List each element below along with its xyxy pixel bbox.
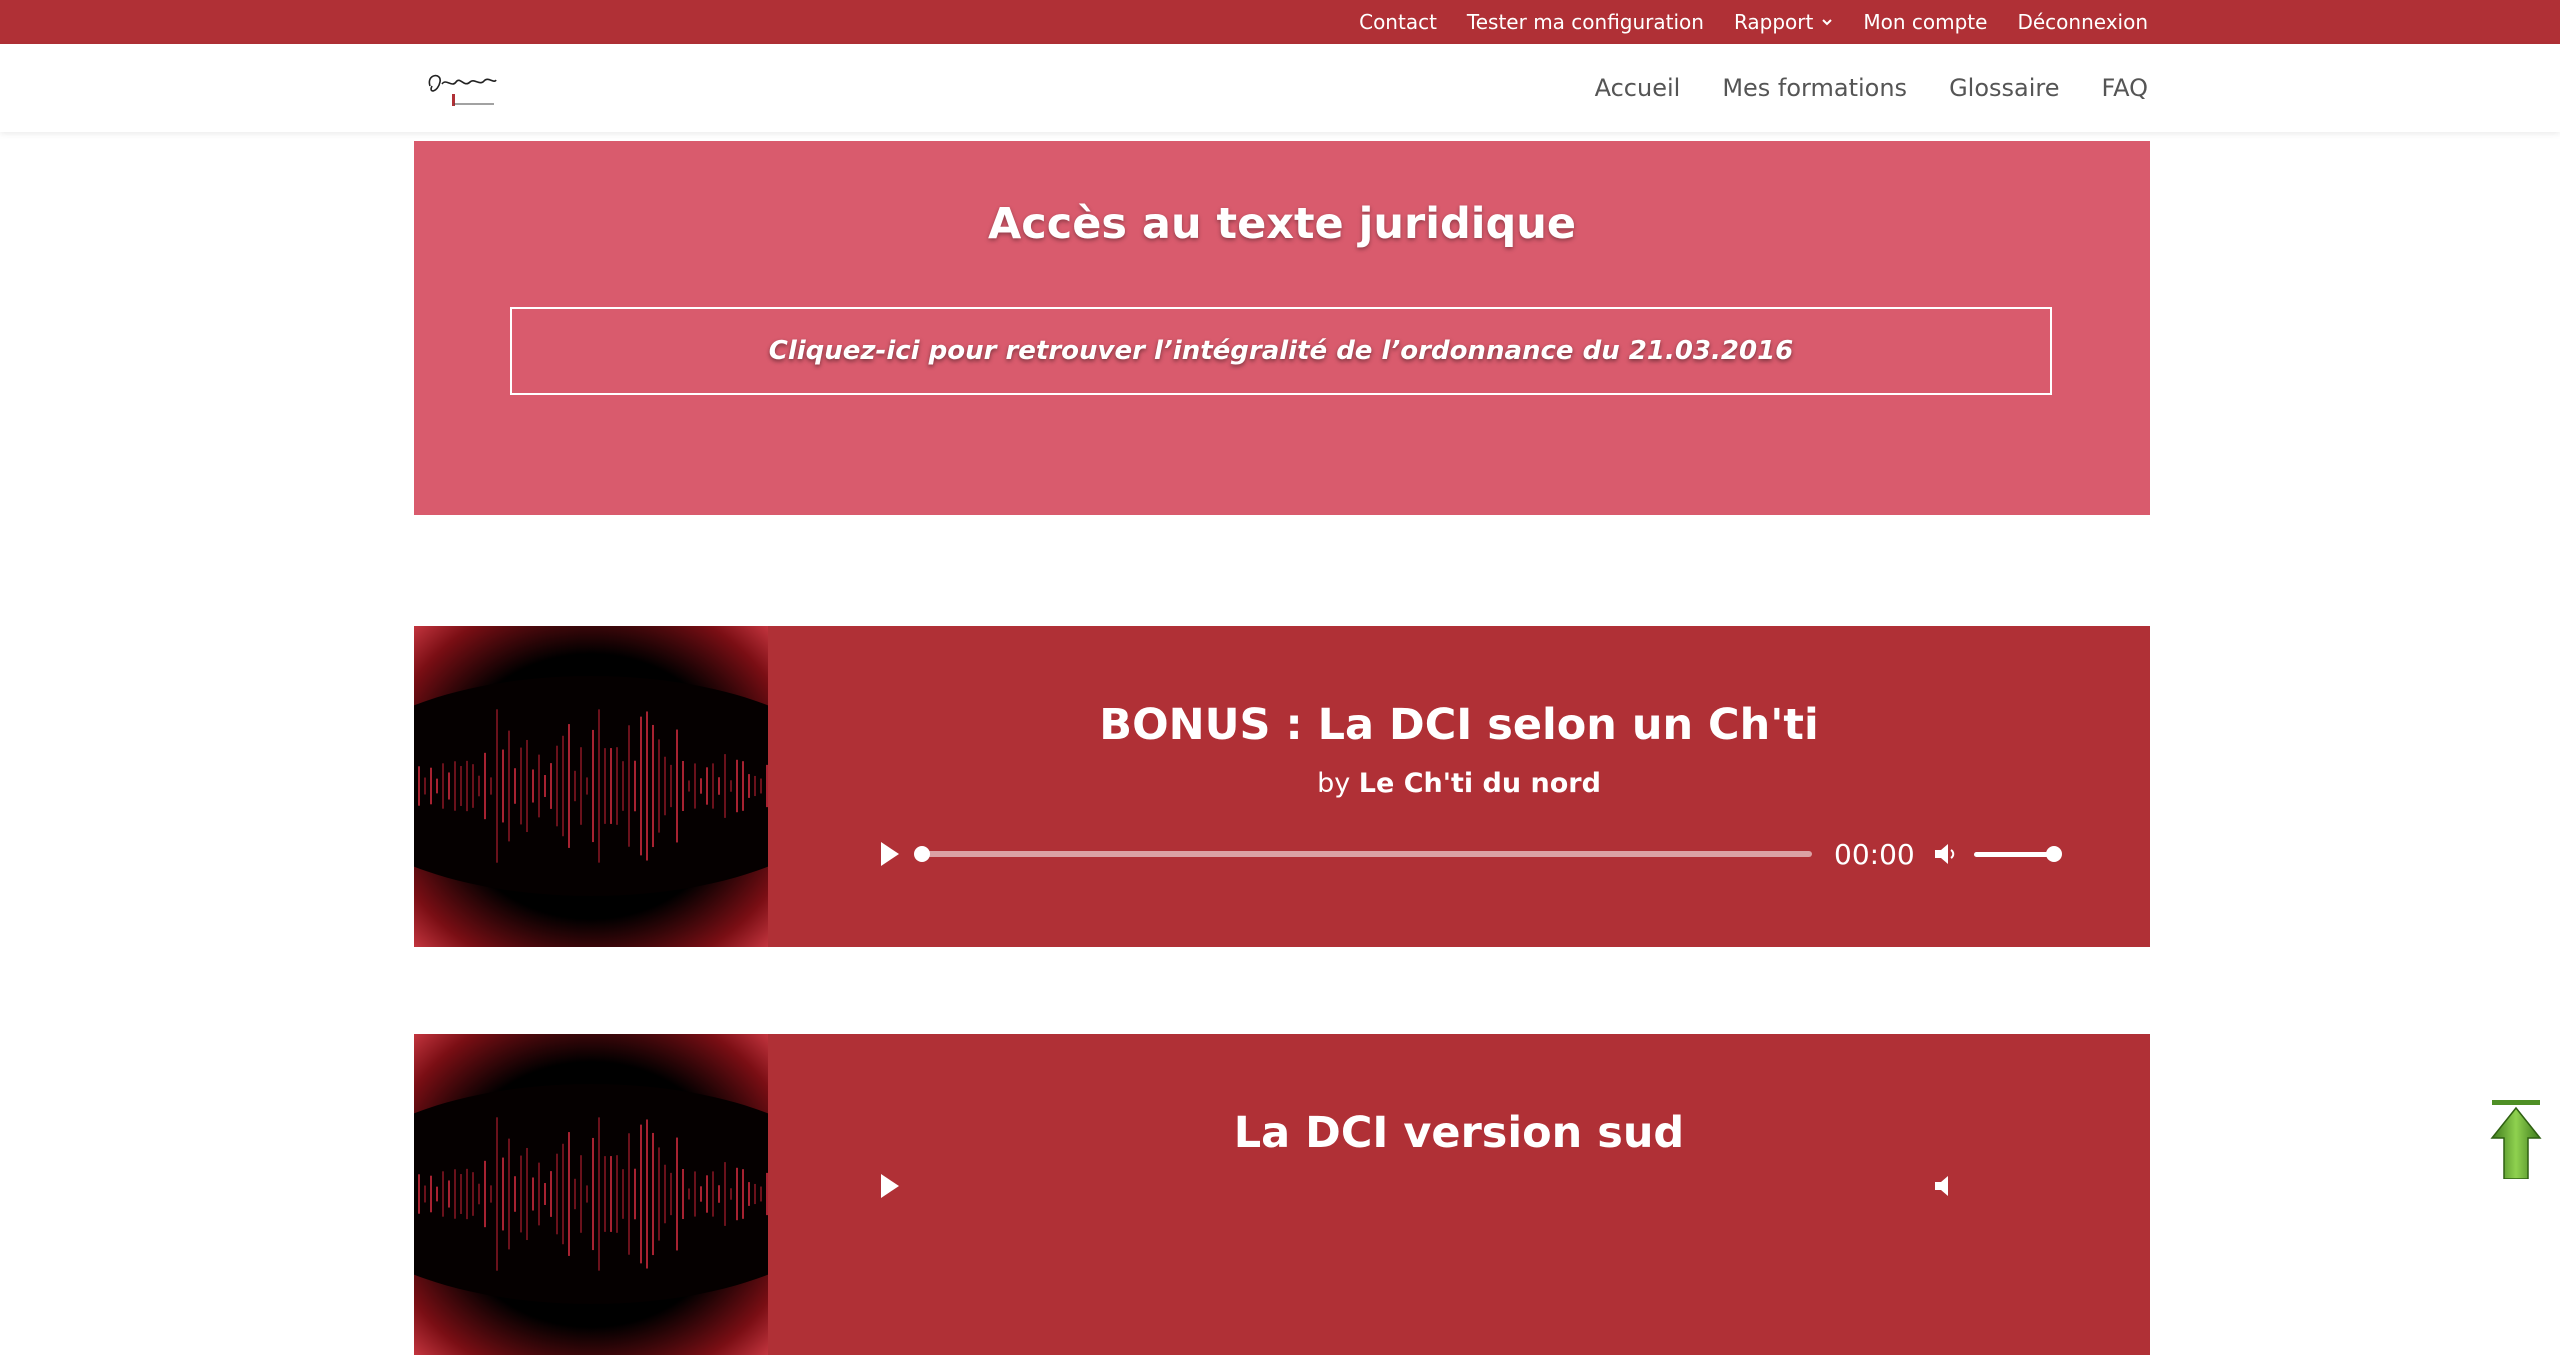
track-by-prefix: by — [1317, 768, 1351, 799]
scroll-to-top-icon[interactable] — [2490, 1098, 2542, 1179]
play-icon[interactable] — [878, 840, 902, 868]
legal-title: Accès au texte juridique — [987, 199, 1577, 249]
audio-track-card: La DCI version sud — [414, 1034, 2150, 1355]
top-link-tester-config[interactable]: Tester ma configuration — [1467, 10, 1704, 34]
volume-slider[interactable] — [1974, 846, 2062, 862]
track-author: Le Ch'ti du nord — [1358, 768, 1601, 799]
track-title: BONUS : La DCI selon un Ch'ti — [1099, 700, 1819, 750]
track-thumbnail — [414, 1034, 768, 1355]
sound-wave-image — [414, 626, 768, 947]
volume-icon[interactable] — [1932, 1172, 1960, 1200]
audio-player — [878, 1166, 2028, 1206]
nav-glossaire[interactable]: Glossaire — [1949, 74, 2059, 102]
audio-track-card: BONUS : La DCI selon un Ch'ti by Le Ch't… — [414, 626, 2150, 947]
nav-accueil[interactable]: Accueil — [1595, 74, 1681, 102]
nav-mes-formations[interactable]: Mes formations — [1722, 74, 1907, 102]
top-link-rapport-label: Rapport — [1733, 10, 1814, 34]
volume-icon[interactable] — [1932, 840, 1960, 868]
site-header: Accueil Mes formations Glossaire FAQ — [0, 44, 2560, 132]
legal-text-section: Accès au texte juridique Cliquez-ici pou… — [414, 141, 2150, 515]
nav-faq[interactable]: FAQ — [2102, 74, 2149, 102]
site-logo[interactable] — [424, 64, 500, 110]
volume-handle[interactable] — [2046, 846, 2062, 862]
track-thumbnail — [414, 626, 768, 947]
progress-handle[interactable] — [914, 846, 930, 862]
top-link-contact[interactable]: Contact — [1359, 10, 1437, 34]
legal-text-button[interactable]: Cliquez-ici pour retrouver l’intégralité… — [510, 307, 2052, 395]
top-nav: Contact Tester ma configuration Rapport … — [1359, 0, 2148, 44]
current-time: 00:00 — [1834, 838, 1915, 871]
track-title: La DCI version sud — [1233, 1108, 1685, 1158]
audio-player: 00:00 — [878, 834, 2062, 874]
track-author-line: by Le Ch'ti du nord — [768, 768, 2150, 799]
top-bar: Contact Tester ma configuration Rapport … — [0, 0, 2560, 44]
play-icon[interactable] — [878, 1172, 902, 1200]
top-link-mon-compte[interactable]: Mon compte — [1863, 10, 1987, 34]
progress-bar[interactable] — [914, 846, 1812, 862]
top-link-deconnexion[interactable]: Déconnexion — [2017, 10, 2148, 34]
chevron-down-icon — [1822, 19, 1833, 26]
sound-wave-image — [414, 1034, 768, 1355]
main-nav: Accueil Mes formations Glossaire FAQ — [1595, 44, 2148, 132]
top-link-rapport[interactable]: Rapport — [1734, 10, 1833, 34]
